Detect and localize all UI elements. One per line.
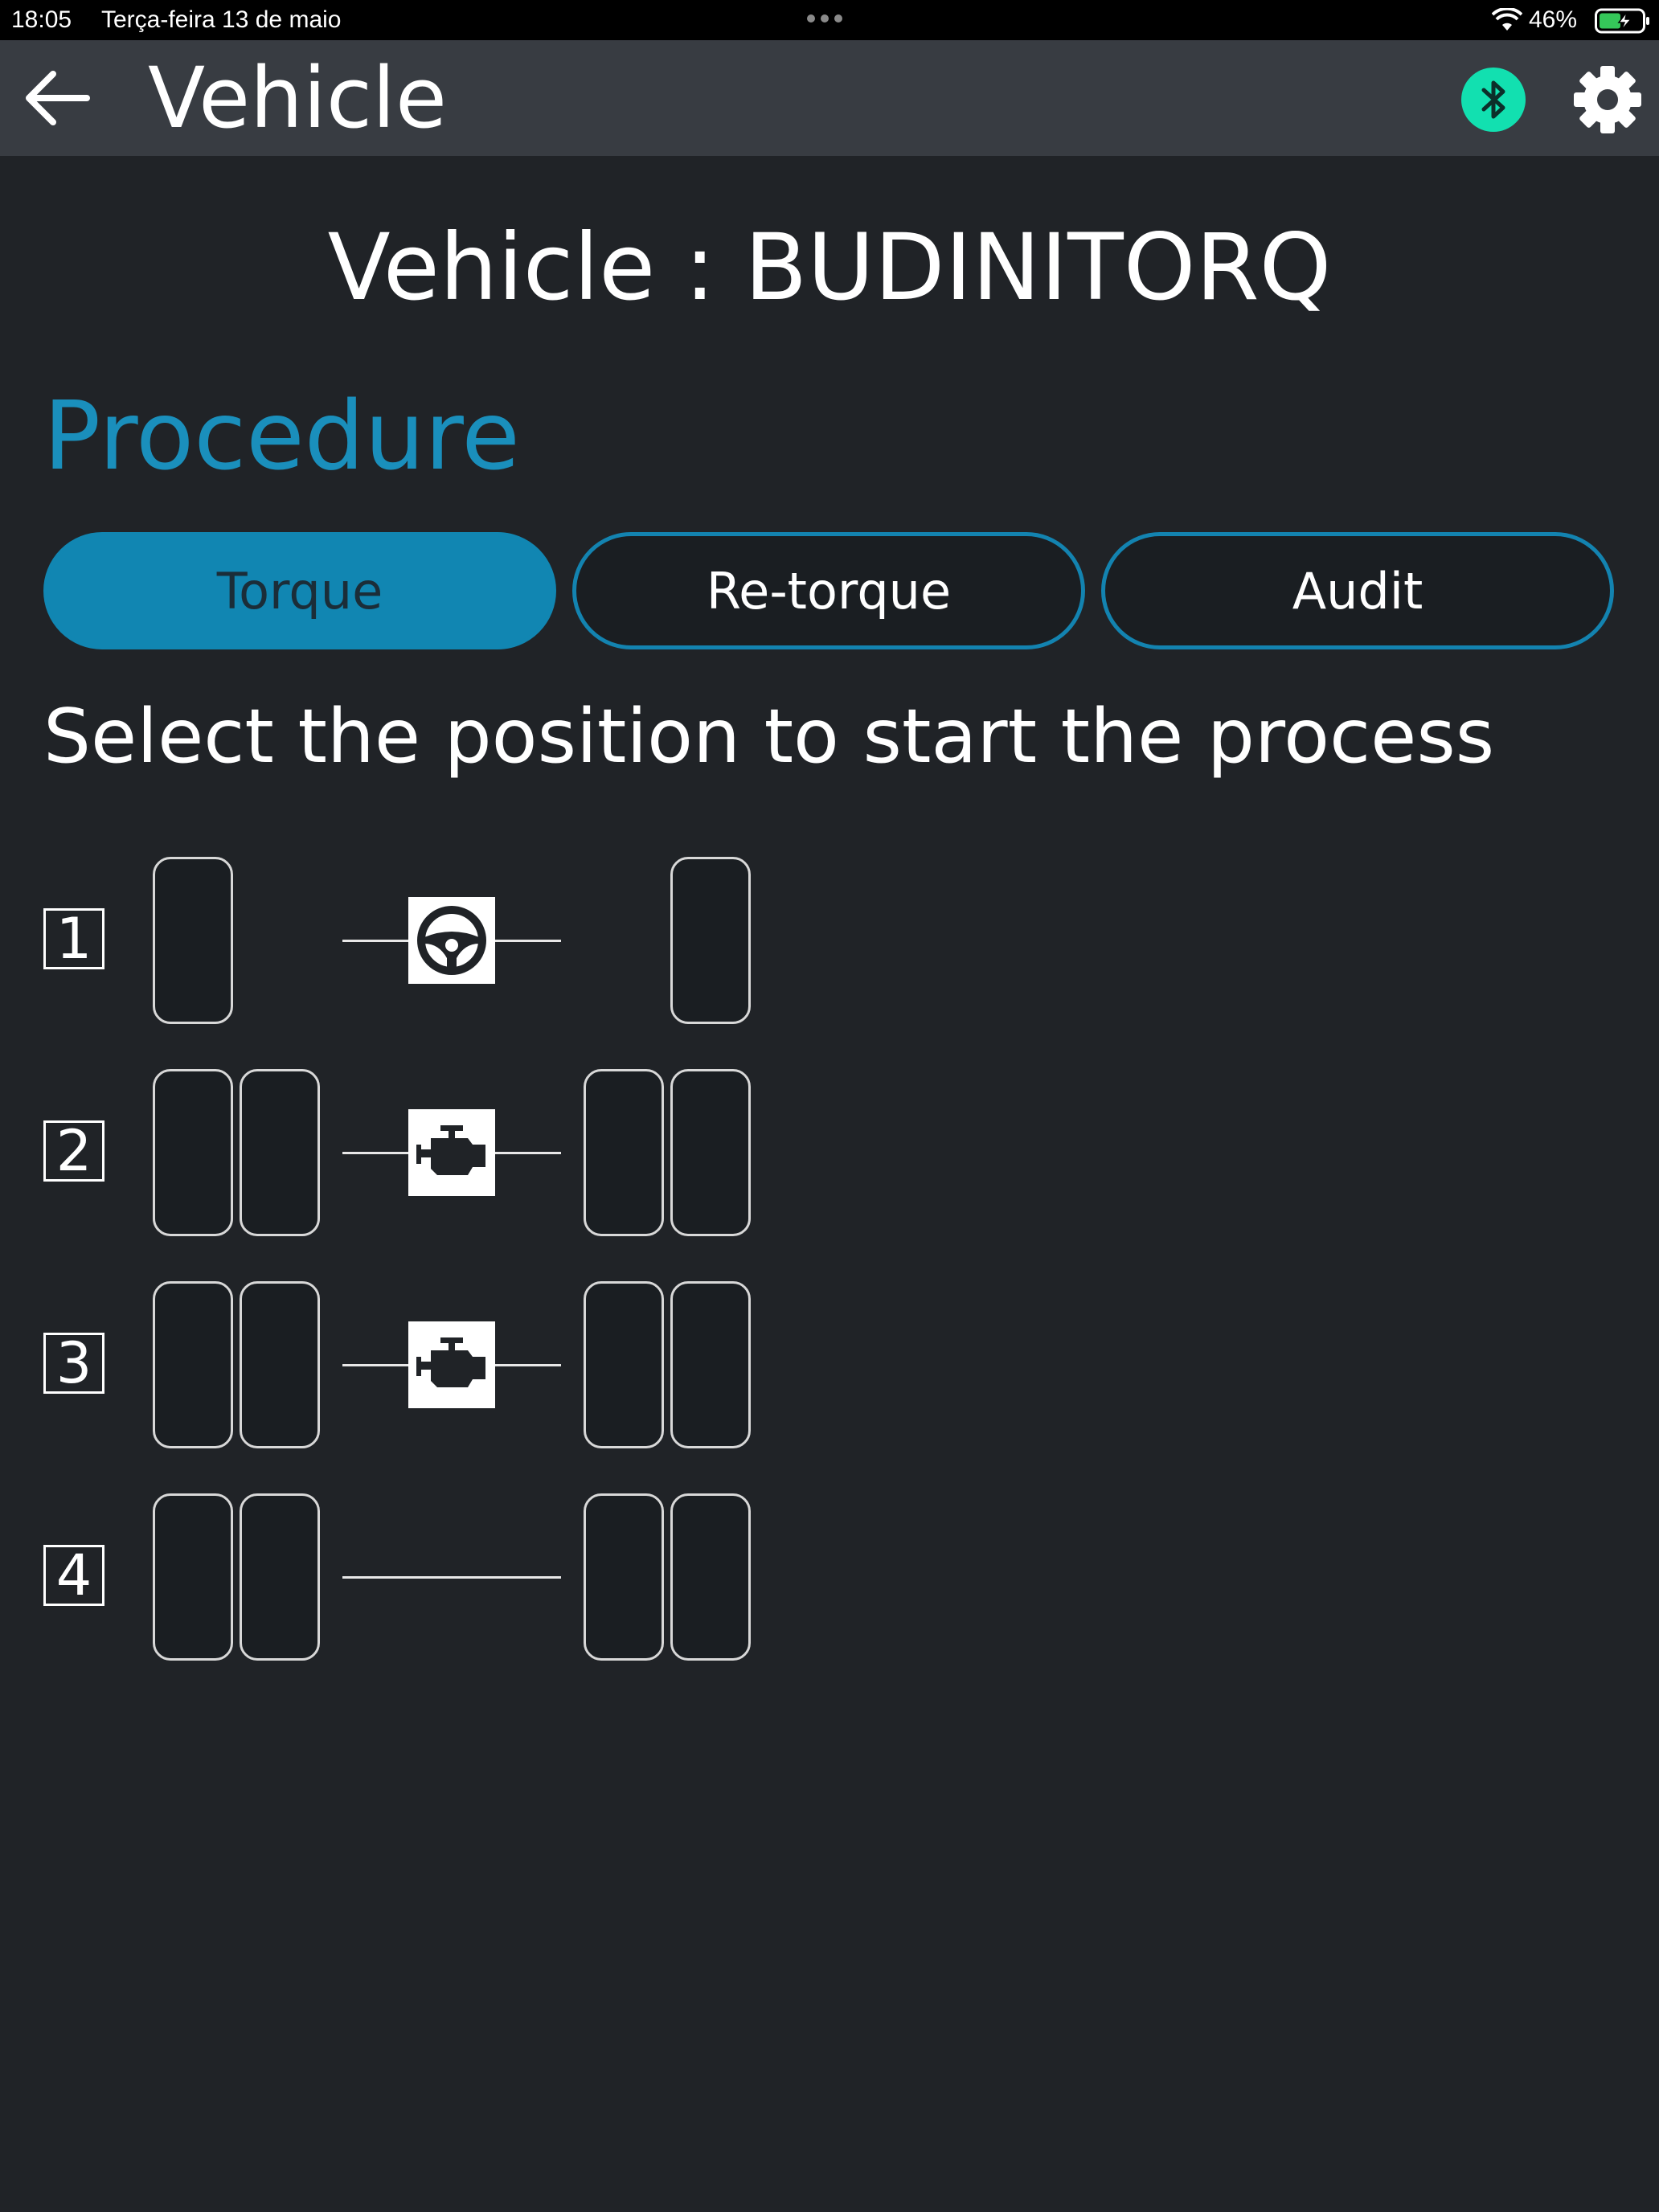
tab-audit[interactable]: Audit [1101,532,1614,649]
tire-right-outer[interactable] [670,1069,751,1236]
tire-right-inner[interactable] [584,1493,664,1661]
tab-torque[interactable]: Torque [43,532,556,649]
tab-re-torque[interactable]: Re-torque [572,532,1085,649]
axle-number: 2 [43,1120,104,1182]
app-bar: Vehicle [0,40,1659,156]
instruction-text: Select the position to start the process [43,693,1495,780]
tire-left-inner[interactable] [240,1281,320,1448]
tire-left-outer[interactable] [153,1493,233,1661]
axle-row-3: 3 [0,1281,804,1450]
procedure-tabs: Torque Re-torque Audit [43,532,1616,653]
tire-left-outer[interactable] [153,1069,233,1236]
axle-row-1: 1 [0,857,804,1026]
bluetooth-icon [1481,80,1505,119]
tire-right-outer[interactable] [670,1493,751,1661]
status-date: Terça-feira 13 de maio [101,6,342,33]
procedure-heading: Procedure [43,380,520,491]
engine-icon [408,1321,495,1408]
axle-number: 3 [43,1333,104,1394]
tire-right-outer[interactable] [670,1281,751,1448]
axle-line [342,1576,561,1579]
tire-left-outer[interactable] [153,1281,233,1448]
steering-wheel-icon [408,897,495,984]
back-arrow-icon[interactable] [19,66,96,130]
multitasking-dots-icon[interactable] [807,14,842,23]
tire-right-inner[interactable] [584,1069,664,1236]
axle-number: 4 [43,1545,104,1606]
tire-left-inner[interactable] [240,1069,320,1236]
axle-number: 1 [43,908,104,969]
axle-row-4: 4 [0,1493,804,1662]
tire-right-inner[interactable] [584,1281,664,1448]
engine-icon [408,1109,495,1196]
page-title: Vehicle [148,49,447,147]
axle-row-2: 2 [0,1069,804,1238]
status-time: 18:05 [11,6,72,33]
wifi-icon [1492,8,1522,31]
vehicle-name: Vehicle : BUDINITORQ [327,214,1332,321]
tire-right-outer[interactable] [670,857,751,1024]
tire-left-outer[interactable] [153,857,233,1024]
gear-icon[interactable] [1572,64,1643,135]
status-bar: 18:05 Terça-feira 13 de maio 46% [0,0,1659,40]
battery-percentage: 46% [1529,6,1578,33]
tire-left-inner[interactable] [240,1493,320,1661]
battery-icon [1595,8,1649,34]
bluetooth-button[interactable] [1461,68,1526,132]
